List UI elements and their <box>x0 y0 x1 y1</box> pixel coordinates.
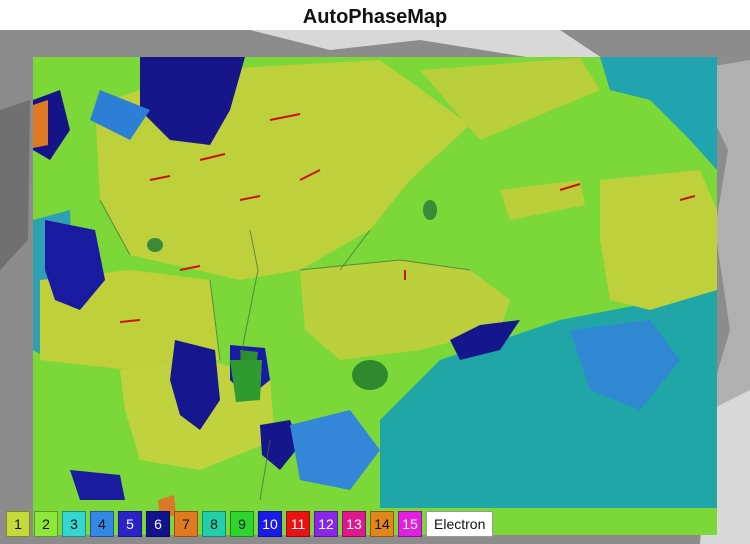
phase-regions <box>33 57 717 535</box>
phase-8-spot-2 <box>147 238 163 252</box>
legend-phase-9-chip[interactable]: 9 <box>230 511 254 537</box>
legend-electron-chip[interactable]: Electron <box>426 511 494 537</box>
legend-phase-3-chip[interactable]: 3 <box>62 511 86 537</box>
phase-map-image[interactable] <box>0 30 750 544</box>
legend-phase-1-chip[interactable]: 1 <box>6 511 30 537</box>
legend-phase-11-chip[interactable]: 11 <box>286 511 310 537</box>
phase-7-inclusion-left <box>33 100 48 148</box>
legend-phase-2-chip[interactable]: 2 <box>34 511 58 537</box>
phase-1-region-right <box>600 170 717 310</box>
legend-phase-5-chip[interactable]: 5 <box>118 511 142 537</box>
phase-8-spot-3 <box>423 200 437 220</box>
legend-phase-12-chip[interactable]: 12 <box>314 511 338 537</box>
legend-phase-13-chip[interactable]: 13 <box>342 511 366 537</box>
legend-phase-14-chip[interactable]: 14 <box>370 511 394 537</box>
legend-phase-10-chip[interactable]: 10 <box>258 511 282 537</box>
legend-phase-15-chip[interactable]: 15 <box>398 511 422 537</box>
legend-phase-8-chip[interactable]: 8 <box>202 511 226 537</box>
legend-phase-6-chip[interactable]: 6 <box>146 511 170 537</box>
legend-phase-7-chip[interactable]: 7 <box>174 511 198 537</box>
legend-phase-4-chip[interactable]: 4 <box>90 511 114 537</box>
phase-8-spot-1 <box>352 360 388 390</box>
map-title: AutoPhaseMap <box>302 6 448 28</box>
phase-map-viewport[interactable] <box>0 30 750 544</box>
phase-legend: 1 2 3 4 5 6 7 8 9 10 11 12 13 14 15 Electron <box>6 511 494 537</box>
